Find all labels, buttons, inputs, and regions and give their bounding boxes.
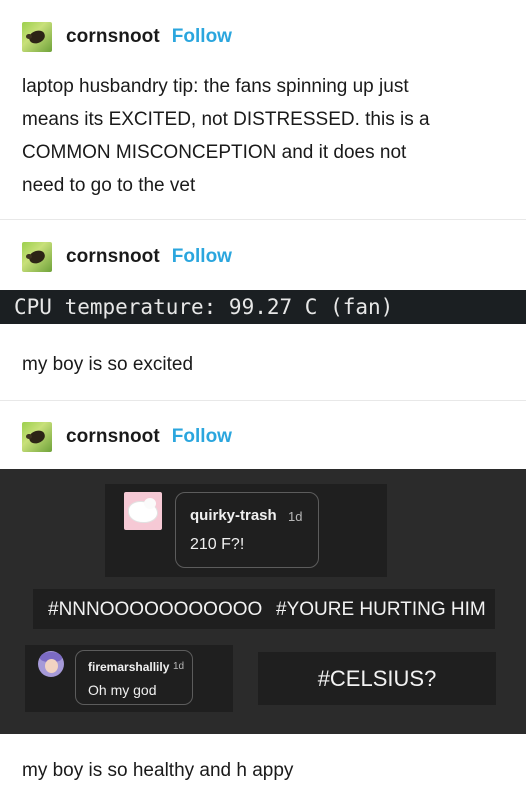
username[interactable]: cornsnoot (66, 246, 160, 268)
post-divider (0, 400, 526, 401)
post-body: laptop husbandry tip: the fans spinning … (22, 70, 502, 202)
tag: #YOURE HURTING HIM (276, 599, 486, 620)
post-divider (0, 219, 526, 220)
reply-username: quirky-trash (190, 507, 277, 524)
post-text-line: need to go to the vet (22, 175, 196, 196)
avatar[interactable] (22, 22, 52, 52)
post-header: cornsnoot Follow (22, 242, 232, 272)
tag: #NNNOOOOOOOOOOO (48, 599, 263, 620)
post-header: cornsnoot Follow (22, 22, 232, 52)
username[interactable]: cornsnoot (66, 26, 160, 48)
follow-button[interactable]: Follow (172, 426, 232, 448)
follow-button[interactable]: Follow (172, 26, 232, 48)
reply-avatar (124, 492, 162, 530)
post-text: my boy is so excited (22, 354, 194, 375)
reply-avatar (38, 651, 64, 677)
reply-message: Oh my god (88, 682, 157, 698)
tag: #CELSIUS? (317, 666, 437, 691)
post-text: my boy is so healthy and h appy (22, 760, 294, 781)
reply-message: 210 F?! (190, 536, 245, 553)
reply-timestamp: 1d (173, 661, 185, 672)
post-text-line: means its EXCITED, not DISTRESSED. this … (22, 109, 430, 130)
reply-username: firemarshallily (88, 660, 170, 674)
username[interactable]: cornsnoot (66, 426, 160, 448)
terminal-screenshot: CPU temperature: 99.27 C (fan) (0, 290, 526, 324)
avatar[interactable] (22, 422, 52, 452)
post-header: cornsnoot Follow (22, 422, 232, 452)
reply-bubble (175, 492, 319, 568)
follow-button[interactable]: Follow (172, 246, 232, 268)
reply-timestamp: 1d (288, 509, 303, 524)
post-text-line: laptop husbandry tip: the fans spinning … (22, 76, 409, 97)
post-text-line: COMMON MISCONCEPTION and it does not (22, 142, 407, 163)
avatar[interactable] (22, 242, 52, 272)
